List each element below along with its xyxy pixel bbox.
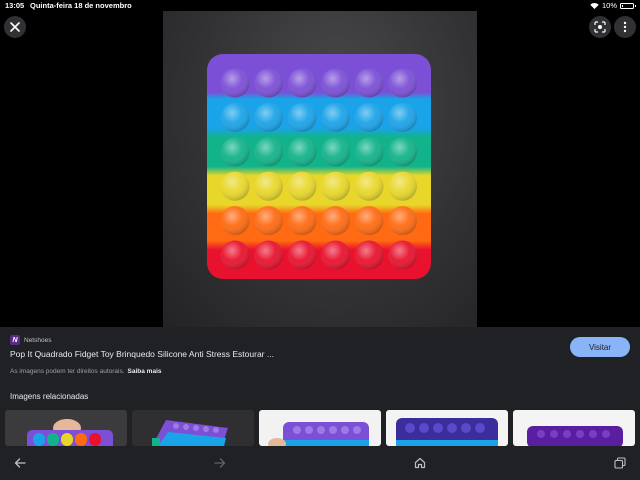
pop-it-bubble-shade (220, 240, 250, 270)
pop-it-bubble-shade (354, 102, 384, 132)
image-viewer (0, 11, 640, 327)
pop-it-bubble-shade (220, 68, 250, 98)
status-time: 13:05 (5, 1, 25, 10)
pop-it-bubble-shade (388, 240, 417, 270)
pop-it-bubble-shade (287, 137, 317, 167)
pop-it-bubble-shade (254, 137, 283, 167)
pop-it-bubble-shade (354, 240, 384, 270)
battery-percent: 10% (601, 1, 617, 10)
related-image-2 (132, 410, 254, 446)
pop-it-bubble-shade (321, 68, 350, 98)
pop-it-bubble-shade (388, 206, 417, 236)
tabs-button[interactable] (612, 455, 628, 471)
pop-it-bubble-shade (321, 102, 350, 132)
pop-it-bubble-shade (254, 240, 283, 270)
learn-more-link[interactable]: Saiba mais (128, 368, 162, 375)
pop-it-toy-image (207, 54, 431, 279)
related-image-thumb[interactable] (513, 410, 635, 446)
copyright-notice: As imagens podem ter direitos autorais. S… (10, 368, 162, 375)
bottom-nav-bar (0, 447, 640, 480)
status-date: Quinta-feira 18 de novembro (30, 1, 132, 10)
wifi-icon (590, 2, 599, 9)
pop-it-bubble-shade (254, 68, 283, 98)
pop-it-bubble-shade (254, 171, 283, 201)
pop-it-bubble-shade (321, 240, 350, 270)
pop-it-bubble-shade (354, 137, 384, 167)
battery-fill (622, 4, 623, 7)
pop-it-bubble-shade (287, 206, 317, 236)
pop-it-bubble-shade (220, 102, 250, 132)
more-vert-icon (623, 21, 627, 33)
pop-it-bubble-shade (388, 102, 417, 132)
pop-it-bubble-shade (254, 102, 283, 132)
arrow-back-icon (14, 458, 26, 468)
related-image-thumb[interactable] (259, 410, 381, 446)
pop-it-bubble-shade (321, 137, 350, 167)
result-title[interactable]: Pop It Quadrado Fidget Toy Brinquedo Sil… (10, 349, 274, 359)
pop-it-bubble-shade (220, 137, 250, 167)
main-image (163, 11, 477, 327)
battery-icon (620, 2, 636, 9)
pop-it-bubble-shade (388, 68, 417, 98)
source[interactable]: N Netshoes (10, 335, 51, 345)
pop-it-bubble-shade (354, 206, 384, 236)
pop-it-bubble-shade (388, 171, 417, 201)
related-images-title: Imagens relacionadas (10, 392, 89, 401)
status-indicators: 10% (590, 0, 636, 11)
related-image-thumb[interactable] (132, 410, 254, 446)
related-image-3 (259, 410, 381, 446)
related-image-5 (513, 410, 635, 446)
pop-it-bubble-shade (354, 68, 384, 98)
status-bar: 13:05 Quinta-feira 18 de novembro 10% (0, 0, 640, 11)
source-logo: N (10, 335, 20, 345)
lens-button[interactable] (589, 16, 611, 38)
pop-it-bubble-shade (220, 206, 250, 236)
copyright-text: As imagens podem ter direitos autorais. (10, 368, 125, 375)
pop-it-bubble-shade (287, 68, 317, 98)
home-icon (414, 457, 426, 469)
forward-button[interactable] (212, 455, 228, 471)
pop-it-bubble-shade (254, 206, 283, 236)
pop-it-bubble-shade (388, 137, 417, 167)
more-options-button[interactable] (614, 16, 636, 38)
related-image-4 (386, 410, 508, 446)
pop-it-bubble-shade (287, 171, 317, 201)
close-icon (10, 22, 20, 32)
pop-it-bubble-shade (354, 171, 384, 201)
arrow-forward-icon (214, 458, 226, 468)
pop-it-bubble-shade (220, 171, 250, 201)
lens-icon (594, 21, 606, 33)
pop-it-bubble-shade (321, 206, 350, 236)
pop-it-bubble-shade (287, 102, 317, 132)
back-button[interactable] (12, 455, 28, 471)
visit-button[interactable]: Visitar (570, 337, 630, 357)
close-button[interactable] (4, 16, 26, 38)
pop-it-bubble-shade (287, 240, 317, 270)
tabs-icon (614, 457, 626, 469)
home-button[interactable] (412, 455, 428, 471)
source-name: Netshoes (24, 336, 52, 344)
related-image-thumb[interactable] (386, 410, 508, 446)
related-images-strip (0, 410, 640, 446)
pop-it-bubble-shade (321, 171, 350, 201)
related-image-1 (5, 410, 127, 446)
related-image-thumb[interactable] (5, 410, 127, 446)
